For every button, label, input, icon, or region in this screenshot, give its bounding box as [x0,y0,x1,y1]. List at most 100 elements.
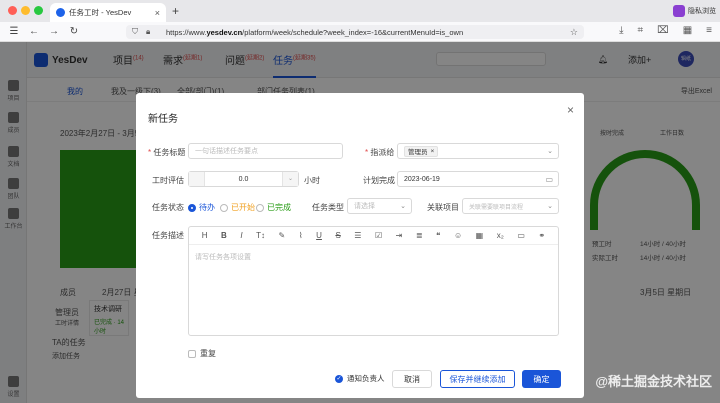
notify-check-icon: ✓ [335,374,343,383]
checkbox-icon[interactable]: ☑ [375,231,382,240]
new-tab-icon[interactable]: + [172,4,179,18]
project-label: 关联项目 [427,203,459,212]
chevron-down-icon: ⌄ [400,203,406,210]
quote-icon[interactable]: ❝ [436,231,440,240]
brush-icon[interactable]: ⌇ [299,231,303,240]
extension-icon[interactable]: ⌗ [638,25,644,36]
download-icon[interactable]: ⤓ [619,25,623,36]
status-done-radio[interactable]: 已完成 [256,202,291,213]
browser-extensions: ⤓ ⌗ ⌧ ▦ ≡ [619,25,712,36]
tag-remove-icon[interactable]: × [431,148,435,155]
hours-label: 工时评估 [152,176,184,185]
font-size-icon[interactable]: T↕ [256,231,265,240]
tab-close-icon[interactable]: × [155,8,160,18]
confirm-button[interactable]: 确定 [522,370,561,388]
dialog-close-icon[interactable]: × [567,103,574,117]
private-browsing-badge: 隐私浏览 [673,4,716,18]
editor-toolbar: H B I T↕ ✎ ⌇ U S ☰ ☑ ⇥ ≣ ❝ ☺ ▦ x₂ ▭ ⚭ [189,227,558,245]
emoji-icon[interactable]: ☺ [454,231,462,240]
minimize-window-dot[interactable] [21,6,30,15]
strikethrough-icon[interactable]: S [335,231,340,240]
lock-icon: 🔒︎ [146,27,151,36]
task-type-select[interactable]: 请选择 ⌄ [347,198,412,214]
calendar-icon[interactable]: ▭ [545,175,553,184]
project-select[interactable]: 关联需要联项目流程 ⌄ [462,198,559,214]
notify-label: 通知负责人 [347,374,385,383]
task-title-label: 任务标题 [148,147,185,158]
task-title-input[interactable]: 一句话描述任务要点 [188,143,343,159]
type-placeholder: 请选择 [354,203,375,210]
chevron-down-icon: ⌄ [547,203,553,210]
close-window-dot[interactable] [8,6,17,15]
desc-label: 任务描述 [152,231,184,240]
url-bar[interactable]: ⛉ 🔒︎ https://www. yesdev.cn/platform/week… [126,25,584,39]
shield-icon: ⛉ [132,27,138,36]
url-path: /platform/week/schedule?week_index=-16&c… [242,27,464,37]
radio-dot [256,203,264,212]
assign-label: 指派给 [365,147,394,158]
assignee-tag-text: 管理员 [408,149,428,156]
bookmark-star-icon[interactable]: ☆ [570,27,578,38]
back-icon[interactable]: ← [24,26,44,37]
crop-icon[interactable]: ⌧ [657,25,669,36]
dialog-title: 新任务 [148,114,178,125]
repeat-checkbox[interactable]: 重复 [188,348,216,359]
status-started-radio[interactable]: 已开始 [220,202,255,213]
browser-toolbar: ☰ ← → ↻ ⛉ 🔒︎ https://www. yesdev.cn/platf… [0,22,720,42]
align-icon[interactable]: ≣ [416,231,423,240]
sidebar-toggle-icon[interactable]: ☰ [4,26,24,37]
editor-placeholder: 请写任务各项设置 [195,254,251,261]
subscript-icon[interactable]: x₂ [497,231,504,240]
highlight-icon[interactable]: ✎ [279,231,286,240]
yesdev-favicon-icon [56,8,65,17]
reload-icon[interactable]: ↻ [64,26,84,37]
zoom-window-dot[interactable] [34,6,43,15]
radio-dot [220,203,228,212]
repeat-label: 重复 [200,349,216,358]
assignee-tag: 管理员 × [404,145,439,157]
plan-label: 计划完成 [363,176,395,185]
checkbox-box [188,349,196,358]
hours-increment-button[interactable]: ⌄ [282,172,298,186]
radio-label: 已完成 [267,203,291,212]
browser-tab[interactable]: 任务工时 - YesDev × [50,3,166,22]
grid-icon[interactable]: ▦ [683,25,692,36]
status-todo-radio[interactable]: 待办 [188,202,215,213]
status-label: 任务状态 [152,203,184,212]
type-label: 任务类型 [312,203,344,212]
plan-date-input[interactable]: 2023-06-19 ▭ [397,171,559,187]
url-domain: yesdev.cn [206,27,243,37]
hours-value: 0.0 [238,175,249,183]
list-icon[interactable]: ☰ [354,231,361,240]
forward-icon[interactable]: → [44,26,64,37]
private-mask-icon [673,5,685,17]
watermark: @稀土掘金技术社区 [595,374,712,389]
hours-decrement-button[interactable] [189,172,205,186]
plan-date-value: 2023-06-19 [404,175,440,183]
image-icon[interactable]: ▭ [517,231,525,240]
chevron-down-icon: ⌄ [547,148,553,155]
heading-icon[interactable]: H [202,231,208,240]
menu-icon[interactable]: ≡ [706,25,712,36]
tab-title: 任务工时 - YesDev [69,8,132,17]
project-placeholder: 关联需要联项目流程 [469,204,524,211]
underline-icon[interactable]: U [316,231,322,240]
save-and-continue-button[interactable]: 保存并继续添加 [440,370,515,388]
italic-icon[interactable]: I [240,231,242,240]
browser-tab-strip: 任务工时 - YesDev × + 隐私浏览 [0,0,720,22]
assignee-select[interactable]: 管理员 × ⌄ [397,143,559,159]
hours-stepper[interactable]: 0.0 ⌄ [188,171,299,187]
cancel-button[interactable]: 取消 [392,370,432,388]
radio-label: 已开始 [231,203,255,212]
table-icon[interactable]: ▦ [476,231,484,240]
link-icon[interactable]: ⚭ [538,231,545,240]
description-editor[interactable]: H B I T↕ ✎ ⌇ U S ☰ ☑ ⇥ ≣ ❝ ☺ ▦ x₂ ▭ ⚭ 请写… [188,226,559,336]
radio-label: 待办 [199,203,215,212]
new-task-dialog: 新任务 × 任务标题 一句话描述任务要点 指派给 管理员× ⌄ 工时评估 0.0… [136,93,584,398]
url-prefix: https://www. [166,27,207,37]
hours-unit: 小时 [304,176,320,185]
indent-icon[interactable]: ⇥ [396,231,403,240]
notify-assignee-toggle[interactable]: ✓ 通知负责人 [335,373,385,384]
private-label: 隐私浏览 [688,8,716,15]
bold-icon[interactable]: B [221,231,227,240]
